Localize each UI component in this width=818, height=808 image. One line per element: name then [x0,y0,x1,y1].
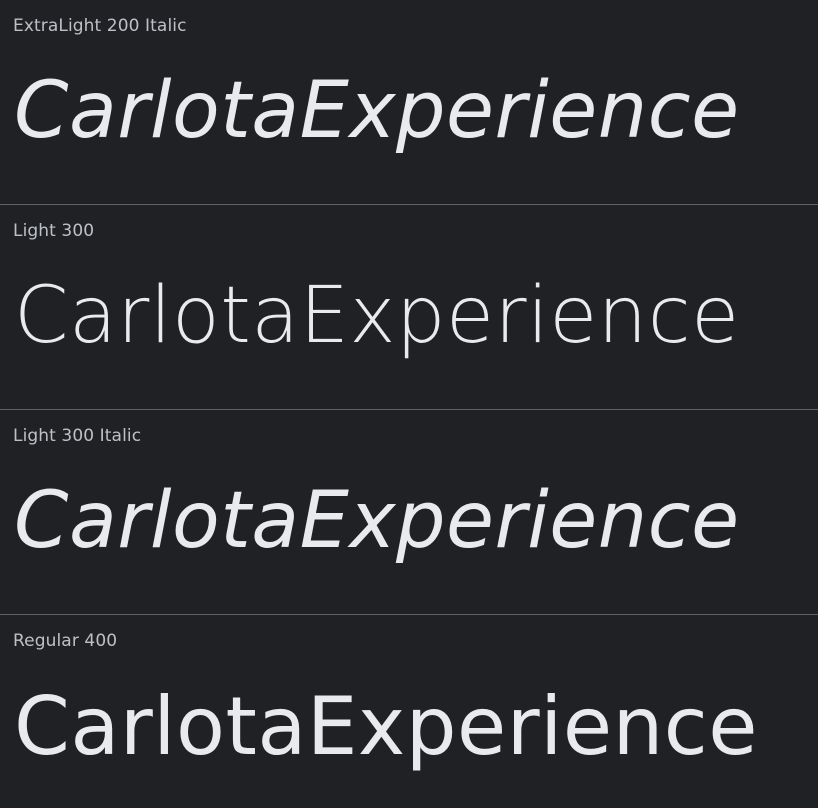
style-label: ExtraLight 200 Italic [13,16,187,36]
specimen-light-300-italic: Light 300 Italic CarlotaExperience [0,410,818,615]
sample-text: CarlotaExperience [14,680,758,773]
style-label: Regular 400 [13,631,118,651]
sample-text: CarlotaExperience [14,271,740,361]
font-specimen-list: ExtraLight 200 Italic CarlotaExperience … [0,0,818,808]
sample-text: CarlotaExperience [14,476,740,566]
specimen-regular-400: Regular 400 CarlotaExperience [0,615,818,808]
specimen-light-300: Light 300 CarlotaExperience [0,205,818,410]
style-label: Light 300 Italic [13,426,142,446]
style-label: Light 300 [13,221,95,241]
specimen-extralight-200-italic: ExtraLight 200 Italic CarlotaExperience [0,0,818,205]
sample-text: CarlotaExperience [14,66,740,156]
